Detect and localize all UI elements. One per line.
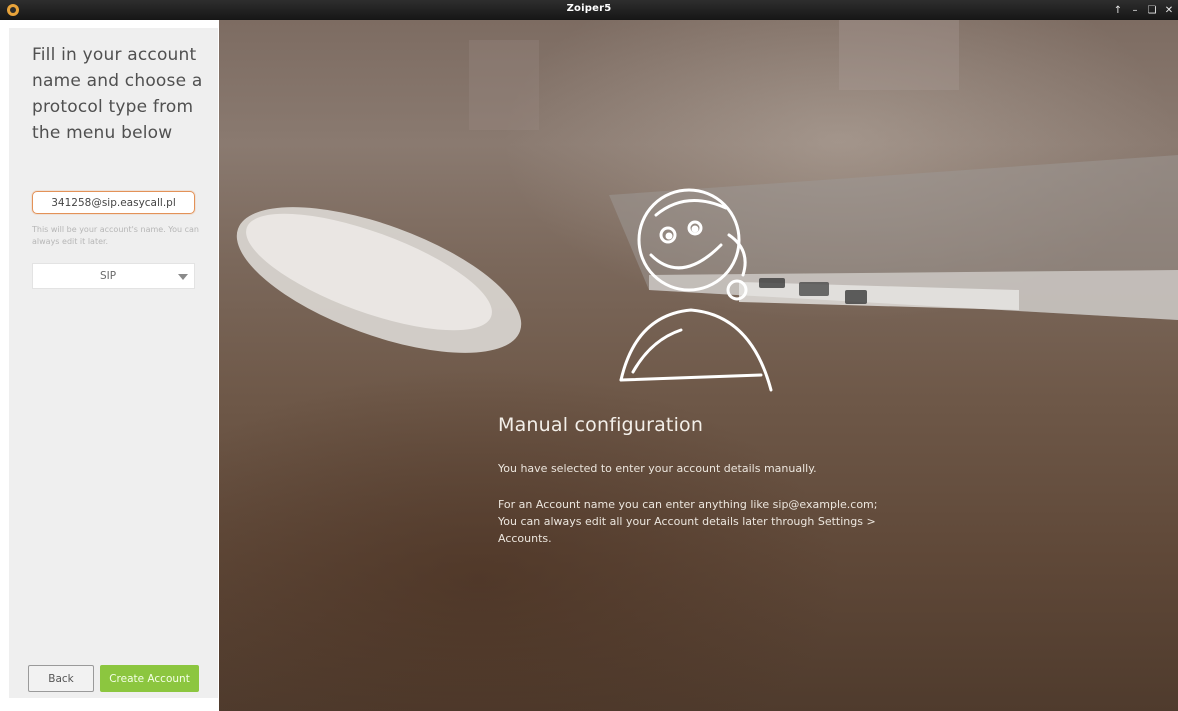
arrow-up-icon[interactable]: ↑ [1113,5,1123,16]
window-controls: ↑ – ❏ ✕ [1113,2,1174,18]
close-icon[interactable]: ✕ [1164,5,1174,16]
info-paragraph-1: You have selected to enter your account … [498,462,817,475]
info-title: Manual configuration [498,414,704,436]
support-agent-illustration [619,188,773,392]
hero-background: Manual configuration You have selected t… [219,20,1178,711]
title-bar[interactable]: Zoiper5 ↑ – ❏ ✕ [0,0,1178,20]
chevron-down-icon [178,274,188,280]
account-setup-sidebar: Fill in your account name and choose a p… [9,28,218,698]
create-account-button[interactable]: Create Account [100,665,199,692]
protocol-select[interactable]: SIP [32,263,195,289]
setup-heading: Fill in your account name and choose a p… [32,45,203,143]
app-window: Zoiper5 ↑ – ❏ ✕ Fill in your account nam… [0,0,1178,711]
minimize-icon[interactable]: – [1130,5,1140,16]
window-title: Zoiper5 [566,3,612,14]
info-paragraph-2: For an Account name you can enter anythi… [498,498,878,545]
restore-icon[interactable]: ❏ [1147,5,1157,16]
back-button[interactable]: Back [28,665,94,692]
protocol-selected-value: SIP [99,270,117,282]
account-name-input[interactable] [32,191,195,214]
account-name-hint: This will be your account's name. You ca… [32,225,199,246]
